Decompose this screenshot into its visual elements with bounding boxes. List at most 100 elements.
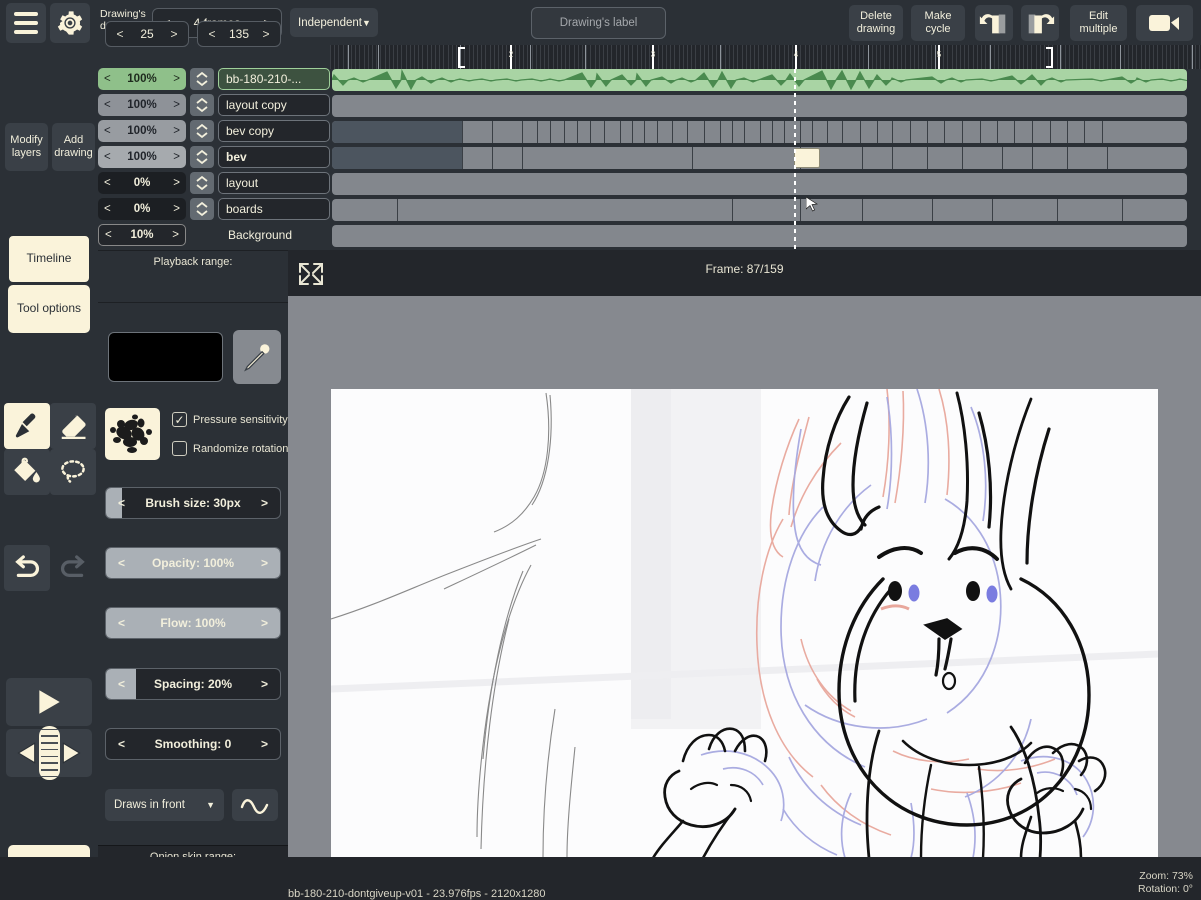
tab-tool-options[interactable]: Tool options (8, 285, 90, 333)
flow-slider[interactable]: <Flow: 100%> (105, 607, 281, 639)
flip-page-left-icon[interactable] (975, 5, 1013, 41)
independent-dropdown[interactable]: Independent ▼ (290, 8, 378, 37)
layer-opacity-stepper[interactable]: <0%> (98, 198, 186, 220)
layer-opacity-increment[interactable]: > (173, 151, 180, 163)
modify-layers-button[interactable]: Modifylayers (5, 123, 48, 171)
playback-range-start-bracket[interactable] (458, 47, 465, 68)
layer-name[interactable]: bev (218, 146, 330, 168)
redo-arrow-icon[interactable] (50, 545, 96, 591)
brush-size-decrement[interactable]: < (118, 496, 125, 510)
layer-opacity-decrement[interactable]: < (104, 99, 111, 111)
spacing-slider[interactable]: <Spacing: 20%> (105, 668, 281, 700)
layer-reorder-icon[interactable] (190, 146, 214, 168)
delete-drawing-button[interactable]: Deletedrawing (849, 5, 903, 41)
layer-opacity-stepper[interactable]: <10%> (98, 224, 186, 246)
spacing-increment[interactable]: > (261, 677, 268, 691)
drawing-canvas[interactable] (331, 389, 1158, 858)
eraser-icon[interactable] (50, 403, 96, 449)
eyedropper-icon[interactable] (233, 330, 281, 384)
make-cycle-button[interactable]: Makecycle (911, 5, 965, 41)
playback-range-end-bracket[interactable] (1046, 47, 1053, 68)
layer-opacity-decrement[interactable]: < (104, 73, 111, 85)
playback-end-decrement[interactable]: < (206, 27, 218, 41)
layer-opacity-decrement[interactable]: < (105, 229, 112, 241)
audio-track[interactable] (332, 69, 1187, 91)
layer-name[interactable]: layout (218, 172, 330, 194)
smoothing-increment[interactable]: > (261, 737, 268, 751)
opacity-slider[interactable]: <Opacity: 100%> (105, 547, 281, 579)
drawing-label-input[interactable]: Drawing's label (531, 7, 666, 39)
layer-row[interactable]: <10%>Background (98, 223, 330, 247)
opacity-decrement[interactable]: < (118, 556, 125, 570)
canvas-background[interactable] (288, 296, 1201, 900)
playback-start-decrement[interactable]: < (114, 27, 126, 41)
camera-button[interactable] (1136, 5, 1193, 41)
smoothing-slider[interactable]: <Smoothing: 0> (105, 728, 281, 760)
playback-end-increment[interactable]: > (260, 27, 272, 41)
brush-preview[interactable] (105, 408, 160, 460)
brush-size-increment[interactable]: > (261, 496, 268, 510)
add-drawing-button[interactable]: Adddrawing (52, 123, 95, 171)
brush-icon[interactable] (4, 403, 50, 449)
playback-start-increment[interactable]: > (168, 27, 180, 41)
play-button[interactable] (6, 678, 92, 726)
draws-in-front-dropdown[interactable]: Draws in front ▼ (105, 789, 224, 821)
layer-opacity-increment[interactable]: > (173, 125, 180, 137)
layer-opacity-increment[interactable]: > (173, 99, 180, 111)
undo-arrow-icon[interactable] (4, 545, 50, 591)
paint-bucket-icon[interactable] (4, 449, 50, 495)
flow-decrement[interactable]: < (118, 616, 125, 630)
layer-opacity-increment[interactable]: > (172, 229, 179, 241)
timeline-tracks[interactable] (330, 69, 1201, 250)
layer-row[interactable]: <0%> boards (98, 197, 330, 221)
timeline-ruler[interactable]: 2345 (330, 45, 1201, 69)
playback-range-end-stepper[interactable]: < 135 > (197, 21, 281, 47)
spacing-decrement[interactable]: < (118, 677, 125, 691)
stabilizer-curve-icon[interactable] (232, 789, 278, 821)
layer-reorder-icon[interactable] (190, 68, 214, 90)
layer-track[interactable] (332, 121, 1187, 143)
layer-name[interactable]: boards (218, 198, 330, 220)
layer-row[interactable]: <100%> bev (98, 145, 330, 169)
brush-size-slider[interactable]: <Brush size: 30px> (105, 487, 281, 519)
lasso-select-icon[interactable] (50, 449, 96, 495)
layer-row[interactable]: <100%> bb-180-210-... (98, 67, 330, 91)
frame-scrubber-handle[interactable] (39, 726, 60, 780)
smoothing-decrement[interactable]: < (118, 737, 125, 751)
flip-page-right-icon[interactable] (1021, 5, 1059, 41)
layer-track[interactable] (332, 173, 1187, 195)
layer-opacity-decrement[interactable]: < (104, 203, 111, 215)
layer-reorder-icon[interactable] (190, 198, 214, 220)
selected-frame-cell[interactable] (794, 148, 820, 168)
hamburger-menu-icon[interactable] (6, 3, 46, 43)
layer-name[interactable]: Background (190, 224, 330, 246)
layer-opacity-decrement[interactable]: < (104, 151, 111, 163)
layer-name[interactable]: bb-180-210-... (218, 68, 330, 90)
layer-opacity-stepper[interactable]: <100%> (98, 146, 186, 168)
layer-row[interactable]: <100%> bev copy (98, 119, 330, 143)
layer-opacity-increment[interactable]: > (173, 177, 180, 189)
pressure-sensitivity-checkbox[interactable]: ✓ Pressure sensitivity (172, 412, 288, 427)
layer-opacity-stepper[interactable]: <100%> (98, 68, 186, 90)
layer-track[interactable] (332, 199, 1187, 221)
color-swatch[interactable] (108, 332, 223, 382)
layer-opacity-increment[interactable]: > (173, 203, 180, 215)
layer-opacity-increment[interactable]: > (173, 73, 180, 85)
layer-opacity-stepper[interactable]: <100%> (98, 120, 186, 142)
layer-opacity-stepper[interactable]: <100%> (98, 94, 186, 116)
opacity-increment[interactable]: > (261, 556, 268, 570)
layer-row[interactable]: <0%>layout (98, 171, 330, 195)
layer-track[interactable] (332, 147, 1187, 169)
flow-increment[interactable]: > (261, 616, 268, 630)
layer-reorder-icon[interactable] (190, 120, 214, 142)
layer-name[interactable]: bev copy (218, 120, 330, 142)
layer-track[interactable] (332, 95, 1187, 117)
layer-opacity-decrement[interactable]: < (104, 125, 111, 137)
gear-icon[interactable] (50, 3, 90, 43)
edit-multiple-button[interactable]: Editmultiple (1070, 5, 1127, 41)
layer-track[interactable] (332, 225, 1187, 247)
tab-timeline[interactable]: Timeline (8, 235, 90, 283)
layer-name[interactable]: layout copy (218, 94, 330, 116)
layer-reorder-icon[interactable] (190, 94, 214, 116)
fit-to-screen-icon[interactable] (295, 260, 329, 290)
